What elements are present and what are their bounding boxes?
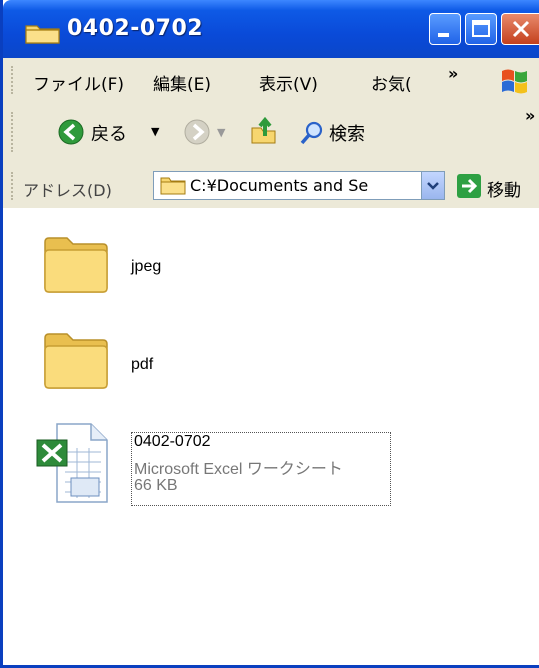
address-input[interactable]: C:¥Documents and Se xyxy=(153,171,445,200)
chevron-down-icon xyxy=(427,182,439,190)
search-icon xyxy=(300,121,323,145)
minimize-button[interactable] xyxy=(429,13,461,45)
file-size: 66 KB xyxy=(134,477,178,494)
file-list: jpeg pdf 0402-0702 Microsoft Excel ワークシー… xyxy=(3,208,539,668)
go-button[interactable] xyxy=(457,174,481,198)
forward-dropdown-icon[interactable]: ▼ xyxy=(217,126,225,139)
go-label[interactable]: 移動 xyxy=(487,176,521,201)
maximize-icon xyxy=(472,20,490,37)
back-label: 戻る xyxy=(91,124,127,145)
go-arrow-icon xyxy=(462,178,478,194)
list-item-excel[interactable] xyxy=(3,208,4,209)
explorer-window: 0402-0702 ファイル(F) 編集(E) 表示(V) お気( » 戻る ▼… xyxy=(0,0,539,668)
title-bar[interactable]: 0402-0702 xyxy=(3,0,539,58)
menu-edit[interactable]: 編集(E) xyxy=(153,70,211,95)
back-arrow-icon xyxy=(58,119,84,145)
windows-logo-icon xyxy=(502,69,527,94)
maximize-button[interactable] xyxy=(465,13,497,45)
close-button[interactable] xyxy=(501,13,539,45)
address-bar: アドレス(D) C:¥Documents and Se 移動 xyxy=(3,164,539,209)
window-title: 0402-0702 xyxy=(67,16,204,41)
folder-icon xyxy=(25,25,60,44)
back-button[interactable]: 戻る ▼ xyxy=(57,116,169,150)
list-item[interactable]: pdf xyxy=(41,326,181,402)
menu-favorites[interactable]: お気( xyxy=(371,70,412,95)
address-dropdown-button[interactable] xyxy=(421,172,444,199)
toolbar-grip[interactable] xyxy=(11,112,16,152)
folder-icon xyxy=(160,177,186,195)
list-item[interactable]: jpeg xyxy=(41,230,181,306)
search-label: 検索 xyxy=(329,124,365,145)
file-name: 0402-0702 xyxy=(134,433,211,450)
folder-icon xyxy=(44,237,108,293)
address-grip[interactable] xyxy=(11,172,16,200)
excel-file-label-box[interactable]: 0402-0702 Microsoft Excel ワークシート 66 KB xyxy=(131,432,391,506)
address-value: C:¥Documents and Se xyxy=(190,176,369,195)
file-name: pdf xyxy=(131,356,154,373)
file-name: jpeg xyxy=(131,258,162,275)
back-dropdown-icon[interactable]: ▼ xyxy=(151,125,159,138)
menu-overflow-chevron[interactable]: » xyxy=(448,64,458,83)
menu-view[interactable]: 表示(V) xyxy=(259,70,318,95)
minimize-icon xyxy=(438,33,449,37)
forward-arrow-icon[interactable] xyxy=(183,118,211,146)
standard-toolbar: 戻る ▼ ▼ 検索 » xyxy=(3,102,539,165)
search-button[interactable]: 検索 xyxy=(299,116,399,150)
close-icon xyxy=(512,20,530,38)
menu-grip[interactable] xyxy=(11,66,16,94)
menu-bar: ファイル(F) 編集(E) 表示(V) お気( » xyxy=(3,58,539,103)
address-label: アドレス(D) xyxy=(23,181,112,200)
up-folder-icon[interactable] xyxy=(249,116,279,146)
excel-file-icon[interactable] xyxy=(35,422,115,506)
folder-icon xyxy=(44,333,108,389)
toolbar-overflow-chevron[interactable]: » xyxy=(525,106,535,125)
file-type: Microsoft Excel ワークシート xyxy=(134,461,343,478)
menu-file[interactable]: ファイル(F) xyxy=(33,70,124,95)
